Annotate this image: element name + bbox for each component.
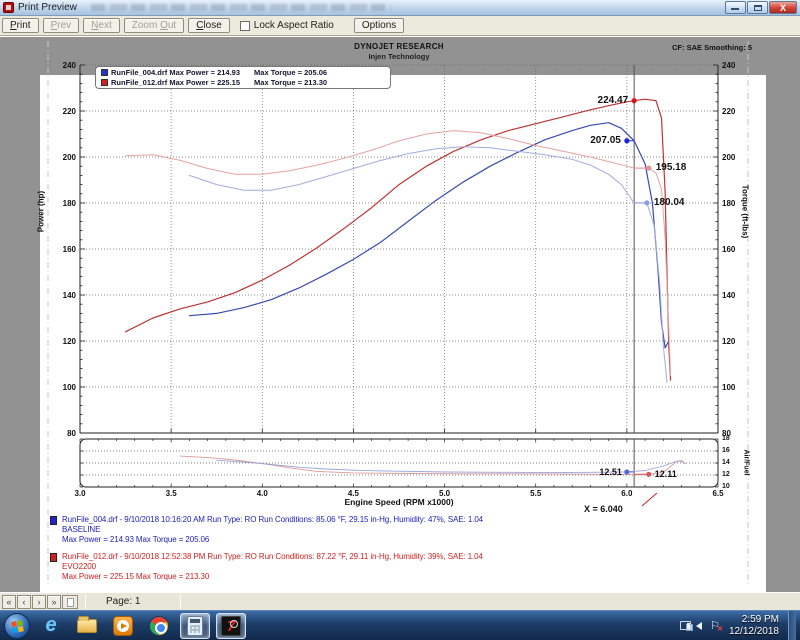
legend-swatch-blue [101,69,108,76]
page-nav-buttons: «‹›» [2,595,62,609]
windows-taskbar: e 7 ⚐✕ 2:59 PM 12/12/2018 [0,610,800,640]
legend-row-evo2200: RunFile_012.drf Max Power = 225.15 Max T… [101,78,385,87]
statusbar-divider [180,595,181,609]
legend-label: RunFile_012.drf Max Power = 225.15 [111,78,240,87]
preview-area [0,36,800,592]
run-name: EVO2200 [62,562,610,572]
run-swatch-blue [50,516,57,525]
legend-swatch-red [101,79,108,86]
taskbar-item-file-explorer[interactable] [72,613,102,639]
x-axis-title: Engine Speed (RPM x1000) [279,497,519,507]
window-title: Print Preview [18,2,77,13]
run-line1: RunFile_012.drf - 9/10/2018 12:52:38 PM … [62,552,610,562]
legend-box: RunFile_004.drf Max Power = 214.93 Max T… [95,66,391,89]
toolbar-buttons: Print PrevNext Zoom Out Close [2,18,230,33]
taskbar-item-media-player[interactable] [108,613,138,639]
internet-explorer-icon: e [45,614,56,637]
taskbar-item-internet-explorer[interactable]: e [36,613,66,639]
run-max-line: Max Power = 225.15 Max Torque = 213.30 [62,572,610,582]
legend-torque: Max Torque = 205.06 [254,68,327,77]
lock-aspect-ratio-checkbox[interactable]: Lock Aspect Ratio [240,20,334,31]
calculator-icon [187,616,203,636]
torque-axis-title: Torque (ft-lbs) [741,170,750,254]
folder-icon [77,619,97,633]
run-name: BASELINE [62,525,610,535]
volume-icon[interactable] [696,622,702,630]
blurred-document-path [91,4,391,11]
next-button: Next [83,18,120,33]
next-page-button[interactable]: › [32,595,46,609]
taskbar-item-chrome[interactable] [144,613,174,639]
run-entry-evo2200: RunFile_012.drf - 9/10/2018 12:52:38 PM … [50,552,610,582]
chart-subtitle: Injen Technology [199,52,599,61]
zoom-out-button: Zoom Out [124,18,184,33]
legend-label: RunFile_004.drf Max Power = 214.93 [111,68,240,77]
taskbar-item-dynojet[interactable]: 7 [216,613,246,639]
dynojet-app-icon: 7 [221,616,241,636]
run-entry-baseline: RunFile_004.drf - 9/10/2018 10:16:20 AM … [50,515,610,545]
close-window-button[interactable]: X [769,1,797,14]
first-page-button[interactable]: « [2,595,16,609]
af-axis-title: Air/Fuel [743,421,750,505]
legend-torque: Max Torque = 213.30 [254,78,327,87]
start-button[interactable] [4,613,30,639]
checkbox-label: Lock Aspect Ratio [254,20,334,31]
page-number-label: Page: 1 [106,596,140,607]
app-icon [3,2,14,13]
run-swatch-red [50,553,57,562]
options-button[interactable]: Options [354,18,404,33]
statusbar-divider [85,595,86,609]
power-axis-title: Power (hp) [37,170,46,254]
run-max-line: Max Power = 214.93 Max Torque = 205.06 [62,535,610,545]
prev-page-button[interactable]: ‹ [17,595,31,609]
chrome-icon [149,616,169,636]
taskbar-item-calculator[interactable] [180,613,210,639]
clock-time: 2:59 PM [729,614,779,626]
last-page-button[interactable]: » [47,595,61,609]
print-button[interactable]: Print [2,18,39,33]
checkbox-box[interactable] [240,21,250,31]
clock-date: 12/12/2018 [729,626,779,638]
run-line1: RunFile_004.drf - 9/10/2018 10:16:20 AM … [62,515,610,525]
chart-title: DYNOJET RESEARCH [199,42,599,51]
taskbar-clock[interactable]: 2:59 PM 12/12/2018 [729,614,779,638]
status-bar: «‹›» Page: 1 [0,592,800,610]
close-button[interactable]: Close [188,18,230,33]
run-details: RunFile_004.drf - 9/10/2018 10:16:20 AM … [50,515,610,589]
toolbar: Print PrevNext Zoom Out Close Lock Aspect R… [0,16,800,36]
prev-button: Prev [43,18,80,33]
title-bar: Print Preview X [0,0,800,16]
page-thumbnail-button[interactable] [62,595,78,609]
legend-row-baseline: RunFile_004.drf Max Power = 214.93 Max T… [101,68,385,77]
show-desktop-button[interactable] [788,611,796,640]
maximize-button[interactable] [747,1,768,14]
print-preview-window: Print Preview X Print PrevNext Zoom Out Clo… [0,0,800,640]
minimize-button[interactable] [725,1,746,14]
cursor-readout: X = 6.040 [584,504,623,514]
smoothing-note: CF: SAE Smoothing: 5 [600,43,752,52]
media-player-icon [113,616,133,636]
system-tray: ⚐✕ 2:59 PM 12/12/2018 [680,611,796,640]
action-center-flag-icon[interactable]: ⚐✕ [710,619,720,632]
